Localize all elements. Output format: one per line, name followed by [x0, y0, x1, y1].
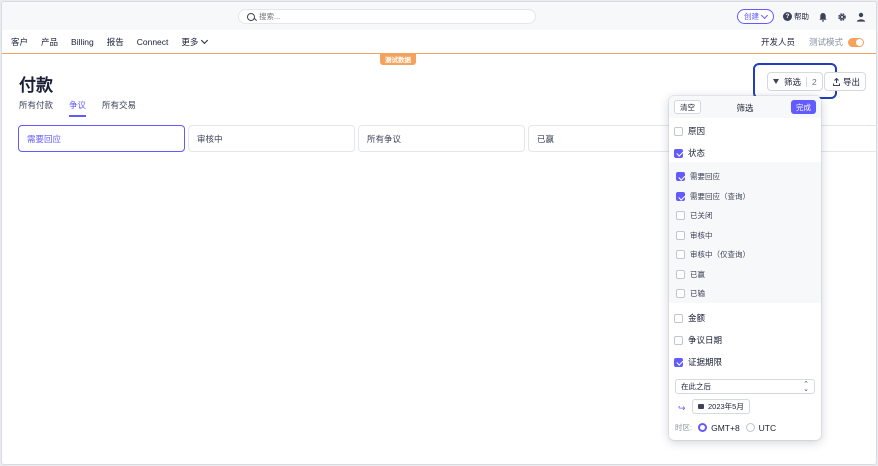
option-checkbox[interactable]: [676, 172, 685, 181]
radio-button[interactable]: [745, 423, 755, 432]
card-needs-response[interactable]: 需要回应: [18, 125, 185, 152]
chevron-down-icon: [760, 11, 769, 19]
timezone-selector: 时区: GMT+8 UTC: [675, 422, 776, 433]
toggle-switch[interactable]: [848, 37, 864, 47]
return-arrow-icon: ↪: [678, 403, 686, 413]
option-label: 审核中: [690, 231, 713, 240]
filter-dispute-date[interactable]: 争议日期: [674, 334, 722, 346]
chevron-down-icon: [201, 36, 209, 44]
condition-select[interactable]: 在此之后 ⌃ ⌄: [675, 379, 815, 394]
amount-checkbox[interactable]: [674, 313, 683, 323]
dispute-date-checkbox[interactable]: [674, 335, 683, 345]
filter-button[interactable]: 筛选 2: [767, 72, 823, 91]
option-checkbox[interactable]: [676, 270, 685, 279]
nav-item-customers[interactable]: 客户: [11, 36, 28, 48]
condition-value: 在此之后: [681, 382, 711, 391]
help-button[interactable]: ? 帮助: [783, 11, 809, 22]
main-nav: 客户 产品 Billing 报告 Connect 更多 开发人员 测试模式: [2, 30, 876, 54]
status-option-needs-response[interactable]: 需要回应: [676, 171, 720, 182]
option-label: 审核中（仅查询）: [690, 250, 750, 259]
status-option-closed[interactable]: 已关闭: [676, 210, 713, 221]
tab-all-payments[interactable]: 所有付款: [19, 99, 53, 117]
tab-all-transactions[interactable]: 所有交易: [102, 99, 136, 117]
timezone-label: 时区:: [675, 423, 693, 432]
status-label: 状态: [688, 148, 706, 158]
test-data-badge: 测试数据: [380, 53, 416, 65]
filter-label: 筛选: [784, 76, 802, 87]
nav-item-more[interactable]: 更多: [181, 36, 209, 48]
export-label: 导出: [842, 76, 860, 87]
status-option-won[interactable]: 已赢: [676, 269, 705, 280]
evidence-due-label: 证据期限: [688, 357, 723, 367]
filter-popover: 清空 筛选 完成 原因 状态 需要回应 需要回应（查询） 已关闭 审核中 审核中…: [669, 96, 821, 440]
option-checkbox[interactable]: [676, 250, 685, 259]
option-label: 已关闭: [690, 211, 713, 220]
filter-reason[interactable]: 原因: [674, 125, 705, 137]
date-value: 2023年5月: [708, 402, 744, 411]
filter-status[interactable]: 状态: [674, 147, 705, 159]
top-actions: 创建 ? 帮助: [737, 9, 866, 24]
export-icon: [832, 77, 840, 86]
nav-item-reports[interactable]: 报告: [107, 36, 124, 48]
tz-option-label: GMT+8: [711, 422, 740, 433]
option-checkbox[interactable]: [676, 231, 685, 240]
card-all-disputes[interactable]: 所有争议: [358, 125, 525, 152]
nav-item-products[interactable]: 产品: [41, 36, 58, 48]
page-title: 付款: [19, 76, 53, 95]
app-window: 创建 ? 帮助 客户 产品 Billing: [1, 1, 877, 465]
status-checkbox[interactable]: [674, 148, 683, 158]
question-icon: ?: [783, 12, 792, 21]
card-under-review[interactable]: 审核中: [188, 125, 355, 152]
create-button[interactable]: 创建: [737, 9, 774, 24]
status-option-needs-response-inquiry[interactable]: 需要回应（查询）: [676, 191, 750, 202]
filter-amount[interactable]: 金额: [674, 312, 705, 324]
calendar-icon: [698, 404, 704, 409]
option-label: 已输: [690, 289, 705, 298]
nav-item-billing[interactable]: Billing: [71, 37, 94, 47]
option-checkbox[interactable]: [676, 192, 685, 201]
search-input[interactable]: [259, 12, 459, 21]
top-bar: 创建 ? 帮助: [2, 2, 876, 30]
tz-option-label: UTC: [758, 422, 777, 433]
option-checkbox[interactable]: [676, 211, 685, 220]
option-label: 已赢: [690, 270, 705, 279]
create-label: 创建: [744, 12, 759, 21]
status-option-under-review-inquiry[interactable]: 审核中（仅查询）: [676, 249, 750, 260]
status-option-under-review[interactable]: 审核中: [676, 230, 713, 241]
reason-label: 原因: [688, 126, 706, 136]
option-label: 需要回应（查询）: [690, 192, 750, 201]
test-mode-label: 测试模式: [808, 37, 843, 47]
bell-icon[interactable]: [818, 12, 828, 22]
evidence-due-checkbox[interactable]: [674, 357, 683, 367]
radio-button[interactable]: [698, 423, 708, 432]
user-icon[interactable]: [856, 12, 866, 22]
nav-more-label: 更多: [181, 36, 199, 47]
option-label: 需要回应: [690, 172, 720, 181]
search-icon: [247, 12, 255, 21]
filter-evidence-due[interactable]: 证据期限: [674, 356, 722, 368]
date-picker[interactable]: 2023年5月: [692, 399, 750, 414]
select-arrows-icon: ⌃ ⌄: [803, 381, 809, 393]
nav-item-connect[interactable]: Connect: [137, 37, 169, 47]
dispute-date-label: 争议日期: [688, 335, 723, 345]
gear-icon[interactable]: [837, 12, 847, 22]
popover-header: 清空 筛选 完成: [669, 96, 821, 118]
funnel-icon: [773, 79, 779, 84]
done-button[interactable]: 完成: [791, 100, 816, 114]
status-option-lost[interactable]: 已输: [676, 288, 705, 299]
tab-disputes[interactable]: 争议: [69, 99, 87, 117]
tz-option-utc[interactable]: UTC: [745, 422, 777, 433]
tz-option-gmt8[interactable]: GMT+8: [698, 423, 740, 433]
reason-checkbox[interactable]: [674, 126, 683, 136]
option-checkbox[interactable]: [676, 289, 685, 298]
payment-tabs: 所有付款 争议 所有交易: [19, 99, 136, 117]
developers-link[interactable]: 开发人员: [761, 36, 795, 48]
amount-label: 金额: [688, 313, 706, 323]
search-box[interactable]: [238, 9, 536, 24]
filter-count-badge: 2: [806, 76, 817, 87]
test-mode-switch[interactable]: 测试模式: [809, 36, 864, 48]
export-button[interactable]: 导出: [824, 72, 866, 91]
help-label: 帮助: [794, 12, 809, 21]
nav-right: 开发人员 测试模式: [761, 30, 864, 54]
